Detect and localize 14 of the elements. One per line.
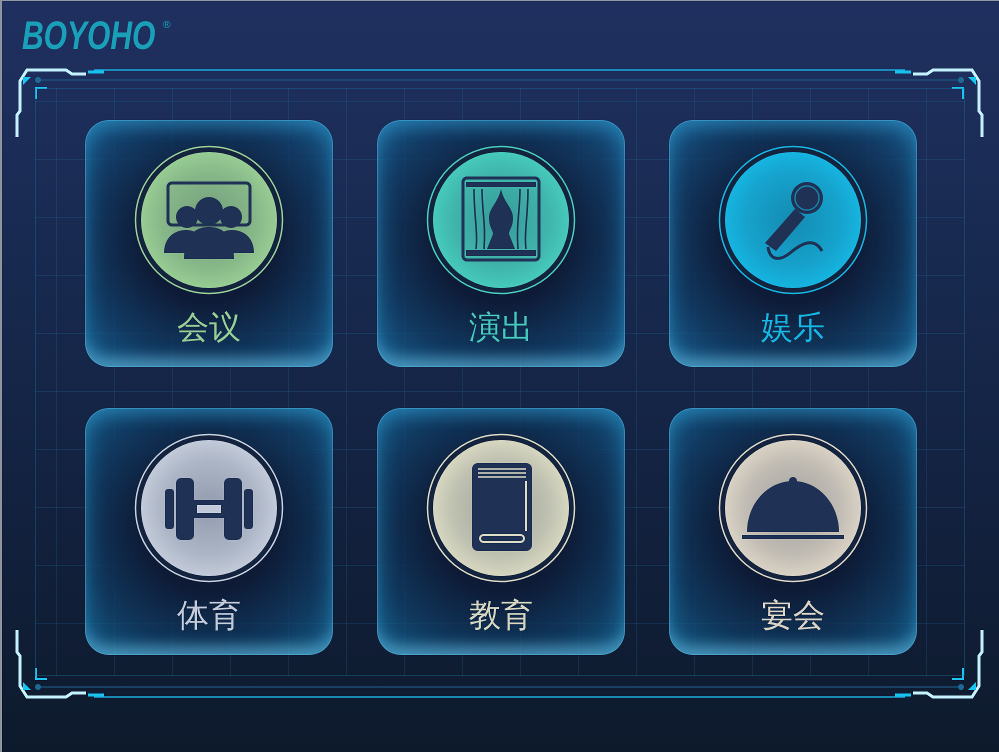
menu-tile[interactable]: 教育 — [377, 408, 625, 655]
menu-tile[interactable]: 宴会 — [669, 408, 917, 655]
menu-tile[interactable]: 娱乐 — [669, 120, 917, 367]
microphone-icon — [718, 145, 868, 295]
registered-mark: ® — [162, 20, 172, 31]
food-cloche-icon — [718, 433, 868, 583]
dumbbell-icon — [134, 433, 284, 583]
book-icon — [426, 433, 576, 583]
menu-tile[interactable]: 演出 — [377, 120, 625, 367]
menu-tile[interactable]: 会议 — [85, 120, 333, 367]
stage-curtain-icon — [426, 145, 576, 295]
logo-wordmark: BOYOHO — [22, 16, 156, 56]
audience-screen-icon — [134, 145, 284, 295]
menu-tile[interactable]: 体育 — [85, 408, 333, 655]
